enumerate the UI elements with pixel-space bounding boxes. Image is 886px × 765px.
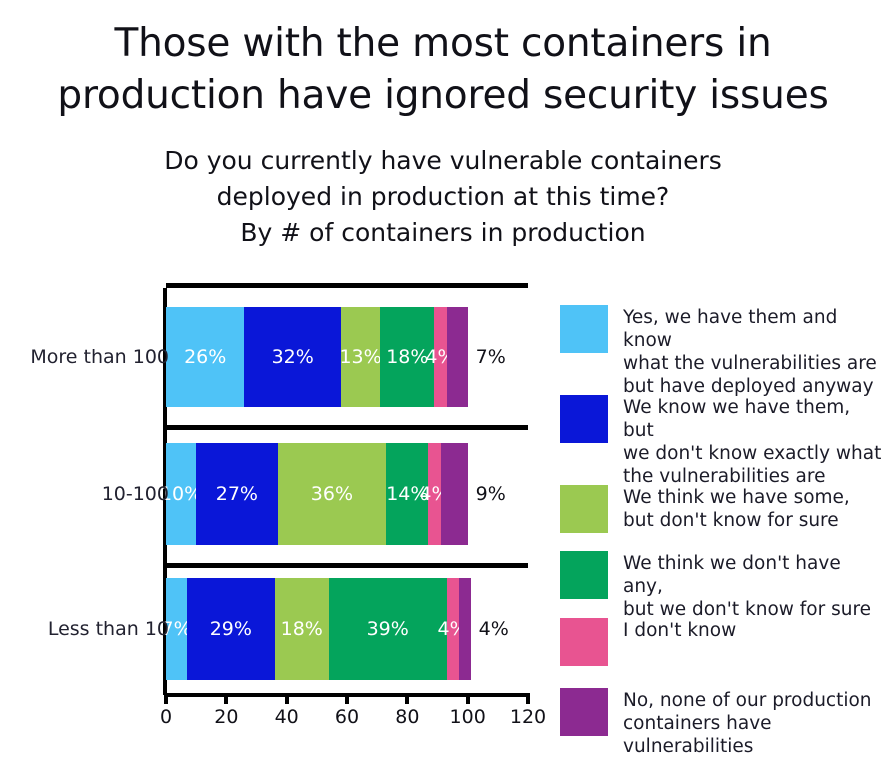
x-axis-tick (465, 693, 470, 704)
bar-segment-label: 18% (280, 618, 323, 640)
x-axis-tick (405, 693, 410, 704)
bar-segment[interactable]: 18% (380, 307, 435, 407)
x-axis-tick-label: 40 (274, 706, 299, 728)
bar-segment-label: 13% (339, 346, 382, 368)
x-axis-tick-label: 0 (159, 706, 173, 728)
bar-segment-label: 39% (366, 618, 409, 640)
bar-segment-outside-label: 4% (478, 618, 509, 640)
legend-label: We know we have them, but we don't know … (623, 397, 882, 487)
band-rule (166, 563, 528, 568)
band-rule (166, 425, 528, 430)
bar-segment[interactable]: 9% (440, 443, 468, 545)
band-rule (166, 283, 528, 288)
legend-item[interactable]: We know we have them, but we don't know … (560, 395, 886, 488)
bar-segment[interactable]: 14% (386, 443, 428, 545)
category-label: Less than 10 (47, 618, 169, 640)
legend-color-swatch (560, 551, 608, 599)
bar-segment[interactable]: 4% (438, 578, 468, 680)
bar-segment[interactable]: 39% (328, 578, 447, 680)
bar-segment[interactable]: 29% (187, 578, 275, 680)
bar-segment-label: 27% (215, 483, 258, 505)
x-axis-tick (345, 693, 349, 704)
bar-segment-label: 18% (386, 346, 429, 368)
bar-segment[interactable]: 26% (166, 307, 245, 407)
x-axis-tick (284, 693, 289, 704)
legend-item[interactable]: No, none of our production containers ha… (560, 688, 886, 758)
bar-segment[interactable]: 32% (244, 307, 341, 407)
legend-label: Yes, we have them and know what the vuln… (623, 307, 877, 397)
legend-item[interactable]: I don't know (560, 618, 736, 666)
x-axis-tick (526, 693, 530, 704)
legend-item[interactable]: We think we don't have any, but we don't… (560, 551, 886, 621)
bar-segment-label: 29% (209, 618, 252, 640)
bar-segment-outside-label: 9% (475, 483, 506, 505)
bar-row[interactable]: 10% 27% 36% 14%4%9% (160, 443, 468, 545)
legend-label: We think we have some, but don't know fo… (623, 487, 850, 531)
bar-segment-outside-label: 7% (475, 346, 506, 368)
bar-segment[interactable]: 7% (161, 578, 192, 680)
bar-segment[interactable]: 4% (419, 443, 450, 545)
bar-segment[interactable]: 7% (446, 307, 468, 407)
legend-label: I don't know (623, 620, 737, 641)
legend-color-swatch (560, 688, 608, 736)
x-axis-tick-label: 20 (214, 706, 239, 728)
legend-color-swatch (560, 305, 608, 353)
bar-segment-label: 32% (271, 346, 314, 368)
bar-segment[interactable]: 13% (339, 307, 382, 407)
legend-label: We think we don't have any, but we don't… (623, 553, 872, 620)
x-axis-tick-label: 120 (509, 706, 547, 728)
bar-row[interactable]: 7%29%18%39%4%4% (161, 578, 471, 680)
x-axis-tick-label: 60 (334, 706, 360, 728)
x-axis-tick (224, 693, 229, 704)
bar-segment-label: 14% (386, 483, 429, 505)
x-axis-tick (164, 693, 168, 704)
legend-color-swatch (560, 618, 608, 666)
bar-segment[interactable]: 18% (274, 578, 329, 680)
bar-segment[interactable]: 4% (458, 578, 471, 680)
legend-color-swatch (560, 395, 608, 443)
bar-segment[interactable]: 36% (277, 443, 387, 545)
x-axis-tick-label: 100 (449, 706, 486, 728)
bar-segment-label: 36% (310, 483, 354, 505)
bar-segment[interactable]: 4% (425, 307, 456, 407)
bar-row[interactable]: 26% 32% 13%18%4%7% (166, 307, 468, 407)
legend-color-swatch (560, 485, 608, 533)
bar-segment[interactable]: 10% (160, 443, 202, 545)
category-label: 10-100 (101, 483, 169, 505)
category-label: More than 100 (30, 346, 169, 368)
bar-segment[interactable]: 27% (196, 443, 278, 545)
bar-segment-label: 26% (184, 346, 227, 368)
x-axis-tick-label: 80 (395, 706, 420, 728)
legend-item[interactable]: We think we have some, but don't know fo… (560, 485, 850, 533)
legend-label: No, none of our production containers ha… (623, 690, 872, 757)
legend-item[interactable]: Yes, we have them and know what the vuln… (560, 305, 886, 398)
